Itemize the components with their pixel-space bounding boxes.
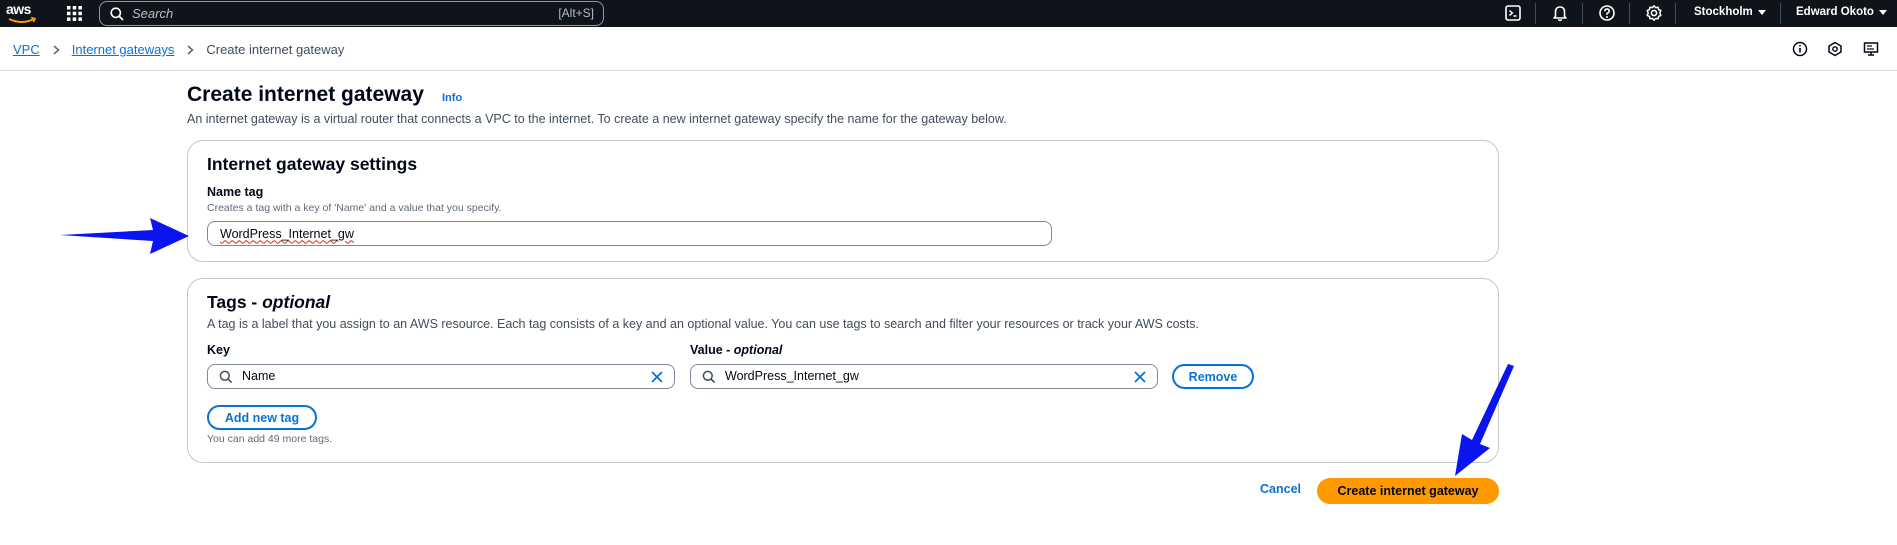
tags-container: Tags - optional A tag is a label that yo…	[187, 278, 1499, 463]
tags-title: Tags - optional	[207, 292, 331, 312]
tag-value-input[interactable]: WordPress_Internet_gw	[690, 364, 1158, 389]
aws-smile-icon	[8, 16, 37, 23]
account-username: Edward Okoto	[1796, 6, 1874, 18]
services-grid-icon[interactable]	[66, 5, 83, 22]
breadcrumb-link-vpc[interactable]: VPC	[13, 42, 40, 57]
settings-title: Internet gateway settings	[207, 154, 418, 174]
value-label: Value - optional	[690, 343, 783, 357]
info-icon[interactable]	[1792, 41, 1808, 57]
name-tag-label: Name tag	[207, 185, 264, 199]
name-tag-input[interactable]: WordPress_Internet_gw	[207, 221, 1052, 246]
tag-value-value: WordPress_Internet_gw	[725, 369, 859, 383]
breadcrumb-link-internet-gateways[interactable]: Internet gateways	[72, 42, 175, 57]
tags-remaining-helper: You can add 49 more tags.	[207, 433, 333, 445]
name-tag-description: Creates a tag with a key of 'Name' and a…	[207, 202, 502, 214]
top-navigation-bar: aws [Alt+S] Stockhol	[0, 0, 1897, 27]
display-icon[interactable]	[1863, 41, 1879, 57]
help-icon[interactable]	[1598, 4, 1616, 22]
name-tag-value: WordPress_Internet_gw	[220, 226, 354, 241]
add-new-tag-button[interactable]: Add new tag	[207, 405, 317, 430]
caret-down-icon	[1878, 9, 1887, 15]
annotation-arrow-down-icon	[1455, 364, 1514, 476]
aws-logo[interactable]: aws	[6, 1, 40, 24]
clear-icon[interactable]	[650, 370, 664, 387]
cancel-button[interactable]: Cancel	[1260, 482, 1301, 496]
search-shortcut-hint: [Alt+S]	[558, 6, 594, 20]
page-description: An internet gateway is a virtual router …	[187, 112, 1007, 126]
search-icon	[702, 370, 716, 387]
search-icon	[110, 7, 124, 26]
bell-icon[interactable]	[1551, 4, 1569, 22]
clear-icon[interactable]	[1133, 370, 1147, 387]
cloudshell-icon[interactable]	[1504, 4, 1522, 22]
breadcrumb-current: Create internet gateway	[206, 42, 345, 57]
info-link[interactable]: Info	[442, 92, 462, 104]
create-internet-gateway-button[interactable]: Create internet gateway	[1317, 478, 1499, 504]
settings-icon[interactable]	[1645, 4, 1663, 22]
breadcrumb-bar: VPC Internet gateways Create internet ga…	[0, 27, 1897, 71]
caret-down-icon	[1757, 9, 1766, 15]
search-input[interactable]	[132, 4, 512, 23]
page-title: Create internet gateway	[187, 83, 424, 106]
tags-description: A tag is a label that you assign to an A…	[207, 317, 1199, 331]
chevron-right-icon	[50, 44, 62, 56]
tag-key-input[interactable]: Name	[207, 364, 675, 389]
tag-key-value: Name	[242, 369, 276, 383]
annotation-arrow-right-icon	[60, 218, 189, 254]
search-icon	[219, 370, 233, 387]
global-search[interactable]: [Alt+S]	[99, 1, 604, 26]
breadcrumb: VPC Internet gateways Create internet ga…	[13, 42, 344, 57]
nav-divider	[1629, 3, 1630, 24]
nav-divider	[1780, 3, 1781, 24]
account-menu[interactable]: Edward Okoto	[1796, 6, 1887, 18]
region-label: Stockholm	[1694, 6, 1753, 18]
nav-divider	[1582, 3, 1583, 24]
nav-divider	[1535, 3, 1536, 24]
remove-tag-button[interactable]: Remove	[1172, 364, 1254, 389]
internet-gateway-settings-container: Internet gateway settings Name tag Creat…	[187, 140, 1499, 262]
chevron-right-icon	[184, 44, 196, 56]
region-selector[interactable]: Stockholm	[1694, 6, 1766, 18]
key-label: Key	[207, 343, 230, 357]
nav-divider	[1675, 3, 1676, 24]
feedback-icon[interactable]	[1827, 41, 1843, 57]
